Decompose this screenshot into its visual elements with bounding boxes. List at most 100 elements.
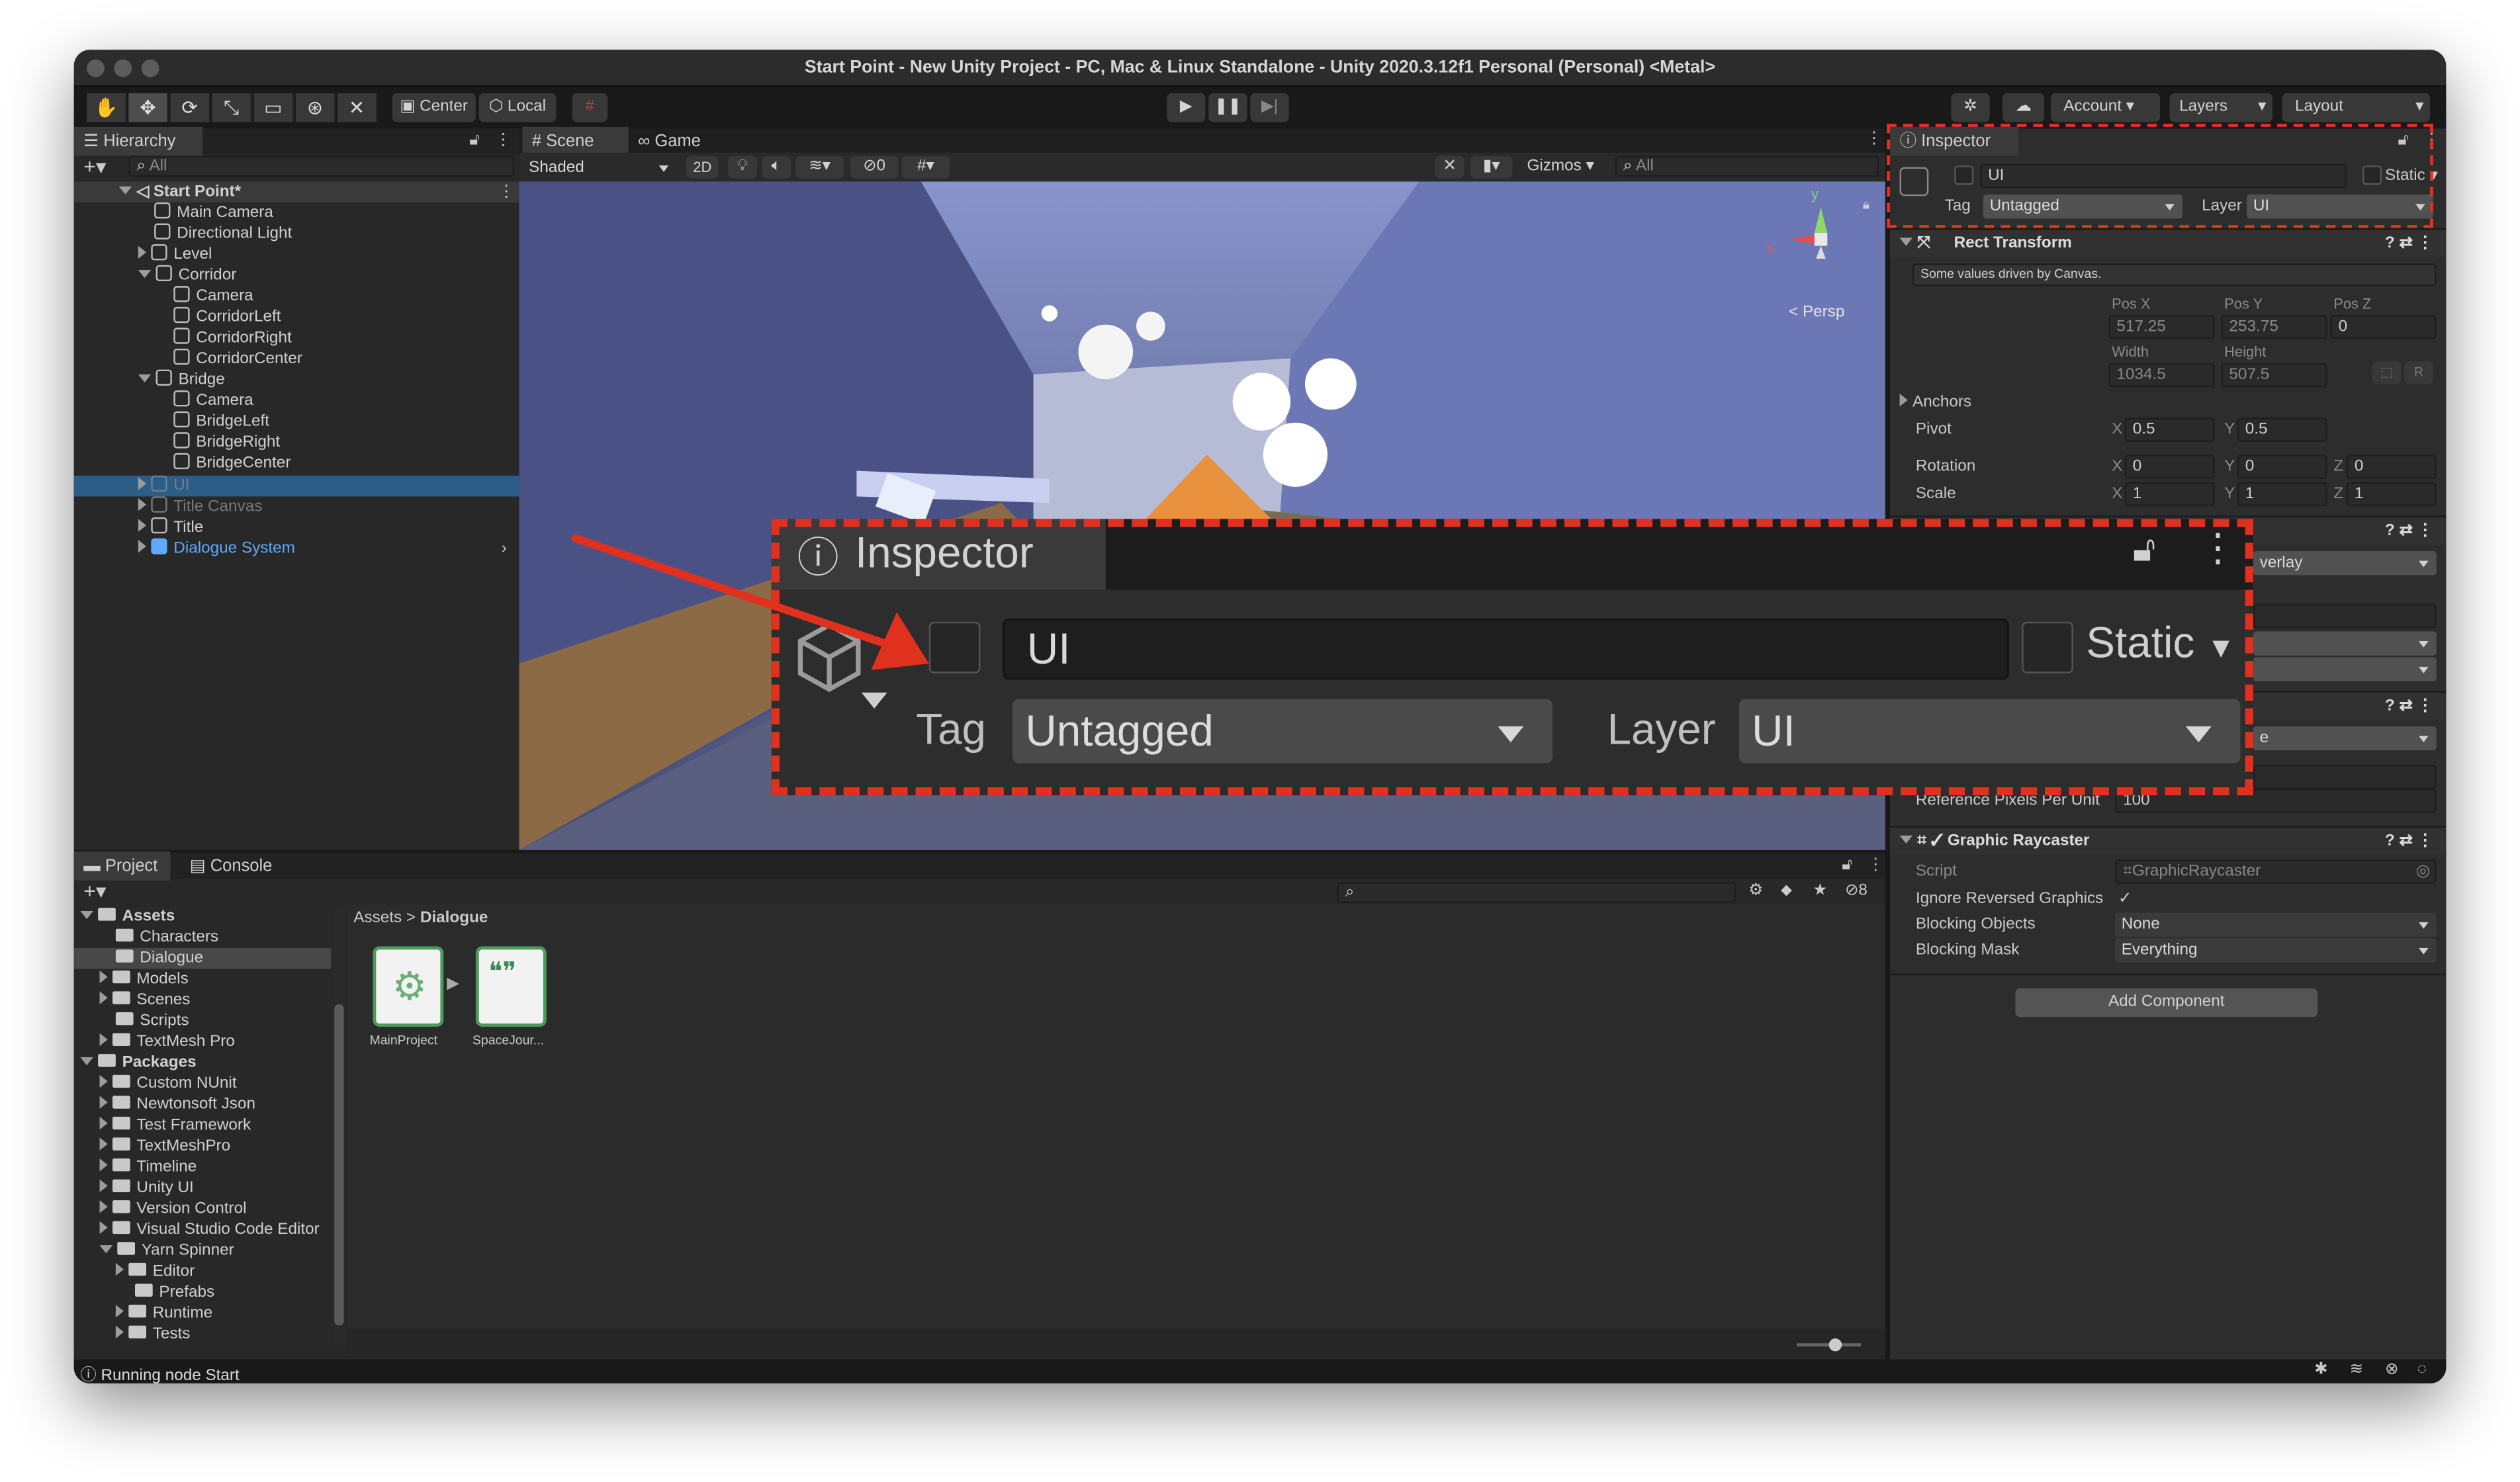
object-picker-icon[interactable]: ◎ bbox=[2416, 861, 2430, 883]
progress-icon[interactable]: ◌ bbox=[2417, 1361, 2427, 1379]
height-field[interactable]: 507.5 bbox=[2221, 363, 2327, 388]
breadcrumb-assets[interactable]: Assets bbox=[353, 910, 402, 928]
hierarchy-item[interactable]: CorridorCenter bbox=[173, 348, 302, 370]
tree-item[interactable]: Scripts bbox=[115, 1011, 189, 1032]
tree-item[interactable]: Editor bbox=[115, 1261, 195, 1282]
tab-project[interactable]: ▬ Project bbox=[73, 851, 171, 881]
hierarchy-item-selected[interactable]: UI bbox=[138, 475, 190, 497]
scene-root[interactable]: ◁ Start Point* bbox=[118, 181, 241, 202]
rect-transform-header[interactable]: ⤧ Rect Transform? ⇄ ⋮ bbox=[1889, 228, 2447, 257]
blueprint-mode-icon[interactable]: ⬚ bbox=[2372, 361, 2402, 384]
scale-x-field[interactable]: 1 bbox=[2124, 482, 2215, 506]
layers-dropdown[interactable]: Layers ▾ bbox=[2169, 93, 2272, 122]
tree-item[interactable]: Characters bbox=[115, 927, 218, 948]
scene-gizmo-icon[interactable] bbox=[1788, 204, 1834, 259]
more-icon[interactable]: ⋮ bbox=[495, 132, 511, 150]
scale-y-field[interactable]: 1 bbox=[2237, 482, 2327, 506]
hierarchy-item[interactable]: Camera bbox=[173, 286, 253, 307]
2d-toggle[interactable]: 2D bbox=[686, 155, 719, 179]
hierarchy-item[interactable]: BridgeRight bbox=[173, 432, 280, 453]
rotation-x-field[interactable]: 0 bbox=[2124, 455, 2215, 479]
lighting-icon[interactable]: 💡︎ bbox=[728, 155, 757, 179]
component-actions-icon[interactable]: ? ⇄ ⋮ bbox=[2385, 517, 2433, 546]
width-field[interactable]: 1034.5 bbox=[2108, 363, 2215, 388]
hierarchy-item[interactable]: Directional Light bbox=[154, 223, 292, 245]
script-field[interactable]: ⌗GraphicRaycaster ◎ bbox=[2114, 859, 2437, 884]
tree-item[interactable]: Timeline bbox=[99, 1157, 197, 1178]
step-button[interactable]: ▶| bbox=[1250, 93, 1289, 122]
rotation-z-field[interactable]: 0 bbox=[2346, 455, 2437, 479]
tree-item[interactable]: Custom NUnit bbox=[99, 1073, 237, 1094]
pivot-x-field[interactable]: 0.5 bbox=[2124, 417, 2215, 442]
canvas-dropdown-3[interactable] bbox=[2253, 657, 2437, 681]
tree-item[interactable]: TextMeshPro bbox=[99, 1136, 230, 1157]
filter-label-icon[interactable]: ⬥ bbox=[1781, 882, 1792, 900]
hierarchy-item[interactable]: Title Canvas bbox=[138, 496, 262, 517]
tree-item[interactable]: Visual Studio Code Editor bbox=[99, 1219, 320, 1241]
breadcrumb-dialogue[interactable]: Dialogue bbox=[420, 910, 488, 928]
zoom-slider[interactable] bbox=[1797, 1338, 1862, 1352]
enabled-checkbox[interactable]: ✓ bbox=[1931, 832, 1943, 850]
hierarchy-item[interactable]: Main Camera bbox=[154, 202, 273, 224]
play-preview-icon[interactable]: ▶ bbox=[447, 975, 459, 993]
hierarchy-item[interactable]: Bridge bbox=[138, 369, 225, 391]
yarn-project-asset-icon[interactable]: ⚙ bbox=[373, 946, 444, 1027]
scene-menu-icon[interactable]: ⋮ bbox=[498, 183, 514, 201]
hierarchy-item[interactable]: BridgeLeft bbox=[173, 411, 269, 433]
blocking-mask-dropdown[interactable]: Everything bbox=[2114, 938, 2437, 963]
hierarchy-item[interactable]: Title bbox=[138, 517, 203, 539]
more-icon[interactable]: ⋮ bbox=[1866, 130, 1882, 148]
grid-visibility-icon[interactable]: #▾ bbox=[901, 155, 950, 179]
pivot-y-field[interactable]: 0.5 bbox=[2237, 417, 2327, 442]
scale-mode-dropdown[interactable]: e bbox=[2253, 726, 2437, 751]
audio-icon[interactable]: 🔈︎ bbox=[762, 155, 791, 179]
canvas-dropdown-2[interactable] bbox=[2253, 631, 2437, 656]
tree-item[interactable]: Runtime bbox=[115, 1303, 212, 1325]
component-actions-icon[interactable]: ? ⇄ ⋮ bbox=[2385, 828, 2433, 857]
hidden-packages-toggle[interactable]: ⊘8 bbox=[1845, 882, 1868, 900]
tree-item[interactable]: Prefabs bbox=[134, 1282, 214, 1303]
ignore-reversed-checkbox[interactable]: ✓ bbox=[2118, 890, 2132, 908]
tree-item[interactable]: Models bbox=[99, 969, 189, 990]
projection-label[interactable]: < Persp bbox=[1789, 304, 1844, 322]
hierarchy-item-prefab[interactable]: Dialogue System bbox=[138, 538, 295, 560]
rect-tool-icon[interactable]: ▭ bbox=[253, 93, 294, 122]
hierarchy-item[interactable]: CorridorLeft bbox=[173, 306, 281, 328]
bug-icon[interactable]: ✱ bbox=[2314, 1361, 2327, 1379]
tree-scrollbar[interactable] bbox=[332, 908, 346, 1345]
custom-tool-icon[interactable]: ✕ bbox=[337, 93, 378, 122]
transform-tool-icon[interactable]: ⊛ bbox=[295, 93, 336, 122]
hierarchy-search-input[interactable]: ⌕ All bbox=[128, 155, 515, 177]
hierarchy-item[interactable]: Corridor bbox=[138, 265, 236, 286]
render-mode-dropdown[interactable]: verlay bbox=[2253, 550, 2437, 576]
move-tool-icon[interactable]: ✥ bbox=[128, 93, 169, 122]
rotate-tool-icon[interactable]: ⟳ bbox=[170, 93, 211, 122]
tab-game[interactable]: ∞ Game bbox=[629, 127, 725, 156]
scaler-field[interactable] bbox=[2253, 764, 2437, 789]
project-search-input[interactable]: ⌕ bbox=[1337, 882, 1736, 903]
hierarchy-item[interactable]: Level bbox=[138, 244, 212, 265]
account-dropdown[interactable]: Account ▾ bbox=[2050, 93, 2160, 122]
tree-item[interactable]: Newtonsoft Json bbox=[99, 1094, 255, 1115]
status-text[interactable]: ⓘ Running node Start bbox=[80, 1361, 239, 1383]
pivot-center-button[interactable]: ▣ Center bbox=[392, 93, 476, 122]
posz-field[interactable]: 0 bbox=[2330, 314, 2437, 339]
blocking-objects-dropdown[interactable]: None bbox=[2114, 912, 2437, 937]
tree-item[interactable]: Scenes bbox=[99, 990, 190, 1011]
lock-icon[interactable]: 🔓︎ bbox=[1842, 856, 1852, 874]
tree-item-packages[interactable]: Packages bbox=[80, 1053, 197, 1074]
camera-icon[interactable]: ▮▾ bbox=[1470, 155, 1513, 179]
cloud-icon[interactable]: ☁ bbox=[2002, 93, 2045, 122]
tab-hierarchy[interactable]: ☰ Hierarchy bbox=[73, 126, 202, 156]
tree-item[interactable]: Test Framework bbox=[99, 1115, 251, 1136]
component-actions-icon[interactable]: ? ⇄ ⋮ bbox=[2385, 693, 2433, 722]
hidden-objects-toggle[interactable]: ⊘0 bbox=[850, 155, 899, 179]
play-button[interactable]: ▶ bbox=[1167, 93, 1206, 122]
raw-edit-button[interactable]: R bbox=[2404, 361, 2433, 384]
posx-field[interactable]: 517.25 bbox=[2108, 314, 2215, 339]
rotation-y-field[interactable]: 0 bbox=[2237, 455, 2327, 479]
grid-snap-icon[interactable]: # bbox=[572, 93, 608, 122]
layout-dropdown[interactable]: Layout ▾ bbox=[2282, 93, 2430, 122]
tree-item-selected[interactable]: Dialogue bbox=[115, 948, 203, 969]
tree-item[interactable]: Version Control bbox=[99, 1199, 246, 1220]
